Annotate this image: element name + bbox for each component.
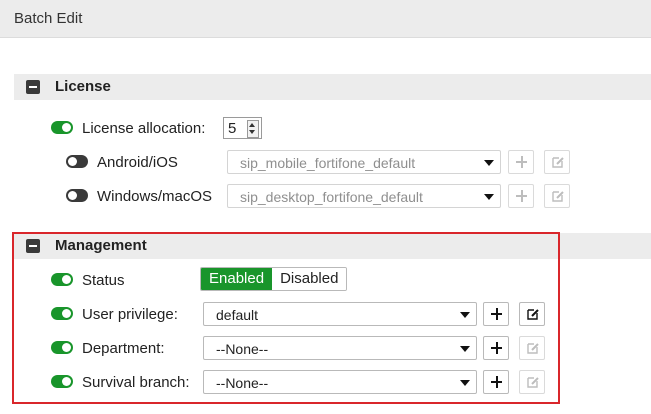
android-ios-label: Android/iOS (97, 154, 178, 171)
chevron-down-icon (484, 160, 494, 166)
license-allocation-toggle[interactable] (51, 121, 73, 134)
android-ios-edit-button[interactable] (544, 150, 570, 174)
android-ios-toggle[interactable] (66, 155, 88, 168)
windows-macos-label: Windows/macOS (97, 188, 213, 205)
android-ios-add-button[interactable] (508, 150, 534, 174)
windows-macos-select[interactable]: sip_desktop_fortifone_default (227, 184, 501, 208)
collapse-icon[interactable] (26, 80, 40, 94)
license-allocation-label: License allocation: (82, 120, 206, 137)
license-section-header[interactable]: License (14, 74, 651, 100)
dialog-title: Batch Edit (14, 10, 83, 27)
windows-macos-edit-button[interactable] (544, 184, 570, 208)
android-ios-select[interactable]: sip_mobile_fortifone_default (227, 150, 501, 174)
dialog-titlebar: Batch Edit (0, 0, 651, 38)
windows-macos-toggle[interactable] (66, 189, 88, 202)
edit-icon (552, 157, 564, 168)
android-ios-select-value: sip_mobile_fortifone_default (240, 155, 416, 171)
spinner-arrows-icon[interactable] (247, 120, 259, 138)
windows-macos-add-button[interactable] (508, 184, 534, 208)
chevron-down-icon (484, 194, 494, 200)
management-highlight-box (12, 232, 560, 404)
license-allocation-stepper[interactable]: 5 (223, 117, 262, 139)
license-allocation-value[interactable]: 5 (228, 120, 236, 137)
license-section-title: License (55, 78, 111, 95)
windows-macos-select-value: sip_desktop_fortifone_default (240, 189, 423, 205)
edit-icon (552, 191, 564, 202)
